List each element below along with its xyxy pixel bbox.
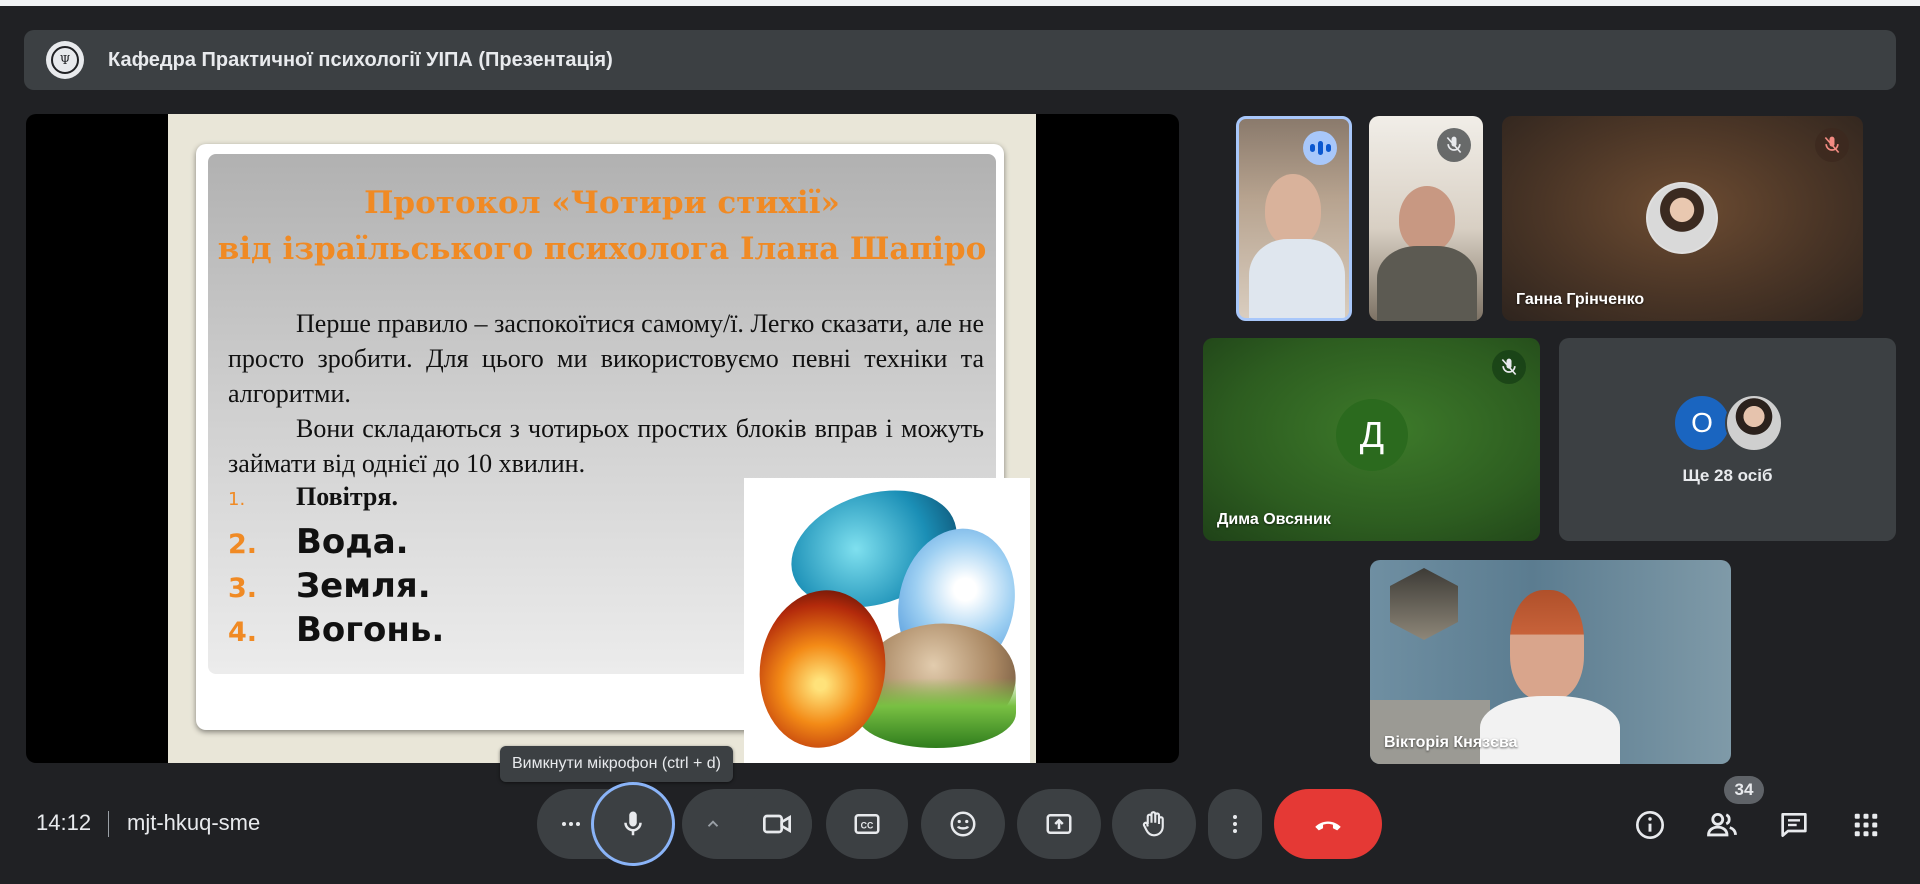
list-number: 3. — [228, 573, 258, 604]
background-furniture — [1370, 700, 1490, 764]
people-icon — [1707, 812, 1737, 837]
presentation-banner: Ψ Кафедра Практичної психології УІПА (Пр… — [24, 30, 1896, 90]
top-edge — [0, 0, 1920, 6]
participant-name: Дима Овсяник — [1217, 511, 1331, 528]
chat-button[interactable] — [1774, 805, 1814, 845]
slide-title: Протокол «Чотири стихії» від ізраїльсько… — [208, 180, 996, 272]
divider — [108, 811, 109, 837]
list-item: 2. Вода. — [228, 522, 444, 566]
presentation-tile[interactable]: Протокол «Чотири стихії» від ізраїльсько… — [26, 114, 1179, 763]
participant-name: Вікторія Князєва — [1384, 734, 1518, 751]
slide-list: 1. Повітря. 2. Вода. 3. Земля. 4. Вогонь. — [228, 482, 444, 654]
slide-paragraph-2: Вони складаються з чотирьох простих блок… — [228, 414, 984, 478]
participant-name: Ганна Грінченко — [1516, 291, 1645, 308]
raise-hand-icon — [1142, 811, 1164, 837]
mic-off-icon — [1437, 128, 1471, 162]
list-text: Вода. — [296, 522, 409, 562]
participant-video — [1399, 186, 1455, 252]
clock: 14:12 — [36, 810, 92, 835]
list-item: 4. Вогонь. — [228, 610, 444, 654]
more-horiz-icon — [562, 822, 580, 826]
participant-video — [1265, 174, 1321, 246]
activities-button[interactable] — [1846, 805, 1886, 845]
captions-button[interactable]: CC — [826, 789, 908, 859]
microphone-button[interactable] — [591, 782, 675, 866]
apps-grid-icon — [1854, 813, 1878, 837]
list-item: 1. Повітря. — [228, 482, 444, 522]
self-view-tile[interactable]: Вікторія Князєва — [1370, 560, 1731, 764]
mic-icon — [624, 811, 642, 836]
slide-paragraph-1: Перше правило – заспокоїтися самому/ї. Л… — [228, 309, 984, 408]
more-options-button[interactable] — [1208, 789, 1262, 859]
people-button[interactable] — [1702, 805, 1742, 845]
participant-video-body — [1480, 696, 1620, 764]
mic-off-icon — [1492, 350, 1526, 384]
avatar — [1646, 182, 1718, 254]
emoji-icon — [950, 811, 976, 837]
mic-tooltip: Вимкнути мікрофон (ctrl + d) — [500, 746, 733, 782]
participant-tile-speaker[interactable] — [1236, 116, 1352, 321]
raise-hand-button[interactable] — [1112, 789, 1196, 859]
list-text: Повітря. — [296, 482, 398, 511]
present-now-button[interactable] — [1017, 789, 1101, 859]
more-vert-icon — [1233, 815, 1237, 833]
wall-picture — [1390, 568, 1458, 640]
list-number: 4. — [228, 617, 258, 648]
camera-button[interactable] — [742, 789, 812, 859]
closed-caption-icon: CC — [854, 814, 880, 834]
leave-call-button[interactable] — [1274, 789, 1382, 859]
present-screen-icon — [1046, 814, 1072, 834]
chevron-up-icon — [707, 820, 719, 827]
meeting-code: mjt-hkuq-sme — [127, 810, 261, 835]
presentation-title: Кафедра Практичної психології УІПА (През… — [108, 48, 613, 71]
participant-count-badge: 34 — [1724, 776, 1764, 804]
participant-video-body — [1249, 239, 1345, 318]
list-number: 1. — [228, 489, 246, 510]
reactions-button[interactable] — [921, 789, 1005, 859]
four-elements-image — [744, 470, 1030, 763]
call-end-icon — [1315, 821, 1341, 831]
more-participants-label: Ще 28 осіб — [1682, 466, 1773, 485]
avatar — [1725, 394, 1783, 452]
list-item: 3. Земля. — [228, 566, 444, 610]
slide-title-line-1: Протокол «Чотири стихії» — [364, 185, 840, 221]
meeting-details-button[interactable] — [1630, 805, 1670, 845]
more-participants-tile[interactable]: О Ще 28 осіб — [1559, 338, 1896, 541]
svg-text:CC: CC — [861, 820, 874, 830]
list-text: Вогонь. — [296, 610, 445, 650]
avatar: О — [1673, 394, 1731, 452]
participant-video-body — [1377, 246, 1477, 321]
slide-body: Перше правило – заспокоїтися самому/ї. Л… — [228, 306, 984, 481]
slide: Протокол «Чотири стихії» від ізраїльсько… — [168, 114, 1036, 763]
videocam-icon — [763, 814, 791, 834]
avatar: Д — [1336, 399, 1408, 471]
participant-tile[interactable]: Д Дима Овсяник — [1203, 338, 1540, 541]
list-number: 2. — [228, 529, 258, 560]
slide-title-line-2: від ізраїльського психолога Ілана Шапіро — [217, 231, 987, 267]
mic-off-icon — [1815, 128, 1849, 162]
participant-tile[interactable] — [1369, 116, 1483, 321]
university-logo-icon: Ψ — [46, 41, 84, 79]
chat-icon — [1781, 813, 1807, 837]
participant-video — [1510, 590, 1584, 700]
participant-tile[interactable]: Ганна Грінченко — [1502, 116, 1863, 321]
speaking-indicator-icon — [1303, 131, 1337, 165]
info-icon — [1636, 811, 1664, 839]
list-text: Земля. — [296, 566, 431, 606]
